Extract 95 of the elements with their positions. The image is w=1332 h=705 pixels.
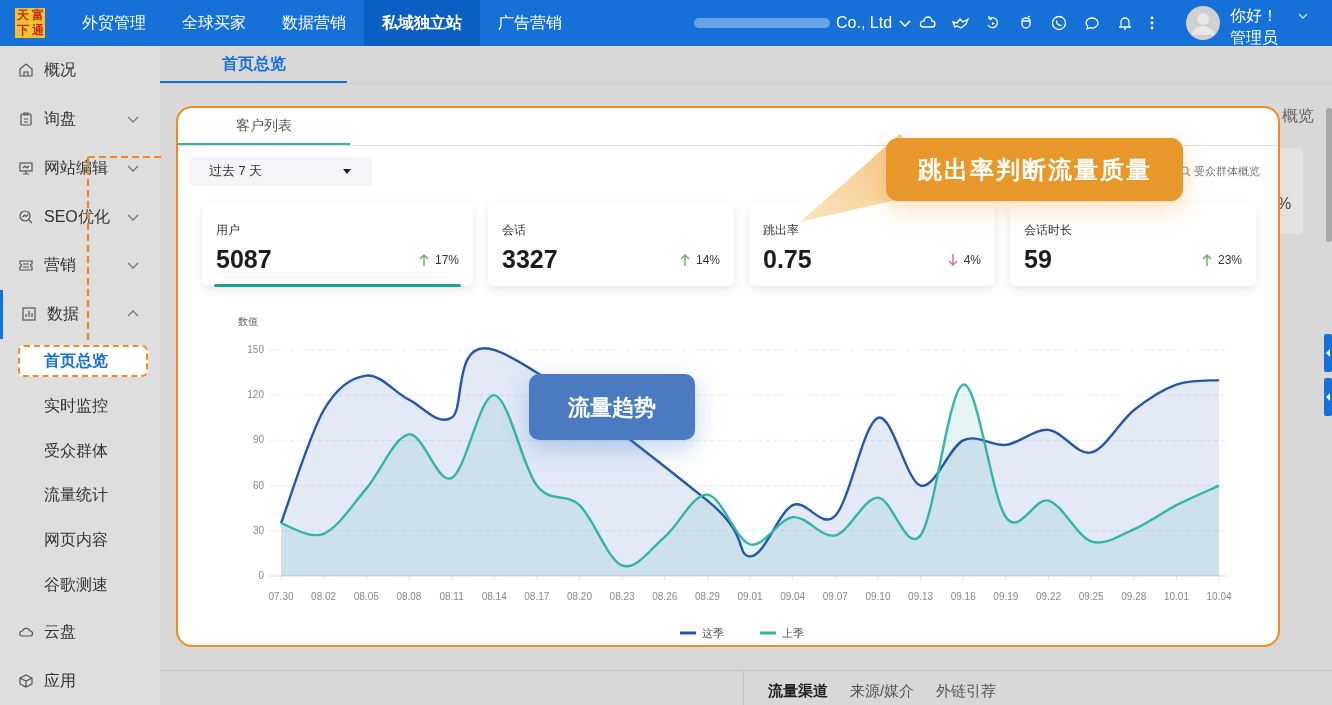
legend-swatch [760, 631, 776, 635]
metric-value: 5087 [216, 244, 272, 275]
metric-label: 跳出率 [763, 222, 800, 239]
x-tick-label: 09.22 [1036, 591, 1062, 602]
nav-tab[interactable]: 私域独立站 [364, 0, 480, 46]
side-tab[interactable] [1324, 334, 1332, 372]
panel-tab[interactable]: 流量渠道 [768, 680, 828, 703]
monitor-icon [18, 159, 34, 176]
panel-title: 概览 [1282, 106, 1314, 126]
x-tick-label: 09.04 [780, 591, 806, 602]
sidebar-item[interactable]: 营销 [0, 241, 160, 290]
x-tick-label: 10.01 [1163, 591, 1189, 602]
sidebar-subitem[interactable]: 实时监控 [18, 393, 108, 418]
legend-swatch [680, 631, 696, 635]
sidebar-item[interactable]: 询盘 [0, 94, 160, 144]
sidebar-subitem[interactable]: 网页内容 [18, 528, 108, 553]
cube-icon [18, 672, 34, 689]
y-tick-label: 60 [252, 479, 264, 491]
metric-change: 23% [1217, 252, 1242, 269]
scrollbar-thumb[interactable] [1326, 108, 1332, 242]
panel-tab[interactable]: 外链引荐 [936, 680, 997, 703]
x-tick-label: 09.01 [737, 591, 763, 602]
metric-change: 14% [695, 252, 720, 269]
sidebar-subitem[interactable]: 受众群体 [18, 438, 108, 463]
sidebar-item[interactable]: 云盘 [0, 607, 160, 657]
metric-card[interactable]: 会话时长 59 23% [1010, 203, 1256, 286]
x-tick-label: 10.04 [1206, 591, 1232, 602]
nav-tab[interactable]: 数据营销 [264, 0, 364, 46]
metric-change: 17% [434, 252, 459, 269]
sidebar-subitem[interactable]: 首页总览 [18, 344, 148, 377]
metric-label: 用户 [216, 222, 241, 239]
x-tick-label: 08.26 [652, 591, 678, 602]
metric-change: 4% [963, 252, 981, 269]
nav-tab[interactable]: 广告营销 [480, 0, 580, 46]
metric-value: 3327 [502, 244, 558, 275]
side-tab[interactable] [1324, 378, 1332, 416]
phone-icon[interactable] [1050, 14, 1068, 32]
axis-title: 数值 [238, 316, 258, 327]
company-name: Co., Ltd [836, 13, 893, 33]
callout: 跳出率判断流量质量 [886, 138, 1183, 201]
logo: 天 富 下 通 [15, 8, 45, 38]
metric-value: 59 [1024, 244, 1052, 275]
sidebar-subitem[interactable]: 谷歌测速 [18, 573, 108, 598]
x-tick-label: 08.14 [481, 591, 507, 602]
clipboard-icon [18, 111, 34, 128]
avatar[interactable] [1186, 6, 1220, 40]
metric-label: 会话时长 [1024, 222, 1073, 239]
x-tick-label: 08.29 [694, 591, 720, 602]
card-tab[interactable]: 客户列表 [178, 108, 350, 145]
y-tick-label: 0 [258, 570, 264, 581]
sidebar-item[interactable]: 概况 [0, 46, 160, 95]
sidebar-item[interactable]: 应用 [0, 656, 160, 705]
metric-label: 会话 [502, 222, 527, 239]
bar-chart-icon [21, 306, 37, 323]
y-tick-label: 150 [247, 343, 264, 355]
legend-label[interactable]: 上季 [782, 627, 804, 639]
y-tick-label: 30 [252, 524, 264, 536]
x-tick-label: 08.05 [353, 591, 379, 602]
sidebar-subitem[interactable]: 流量统计 [18, 483, 108, 508]
x-tick-label: 08.17 [524, 591, 550, 602]
nav-tab[interactable]: 全球买家 [164, 0, 264, 46]
x-tick-label: 09.13 [908, 591, 934, 602]
home-icon [18, 62, 34, 79]
bell-icon[interactable] [1116, 14, 1134, 32]
range-dropdown[interactable]: 过去 7 天 [190, 156, 372, 186]
x-tick-label: 09.25 [1078, 591, 1104, 602]
more-icon[interactable] [1149, 15, 1155, 31]
y-tick-label: 120 [247, 389, 264, 401]
nav-tab[interactable]: 外贸管理 [64, 0, 164, 46]
y-tick-label: 90 [252, 434, 264, 446]
ticket-icon [18, 257, 34, 274]
magnifier-chart-icon [18, 208, 34, 225]
chat-icon[interactable] [1083, 14, 1101, 32]
callout: 流量趋势 [529, 374, 695, 440]
metric-card[interactable]: 用户 5087 17% [202, 203, 473, 286]
x-tick-label: 08.23 [609, 591, 635, 602]
x-tick-label: 09.10 [865, 591, 891, 602]
x-tick-label: 07.30 [268, 591, 294, 602]
x-tick-label: 08.02 [311, 591, 337, 602]
x-tick-label: 09.07 [822, 591, 848, 602]
x-tick-label: 09.16 [950, 591, 976, 602]
x-tick-label: 09.19 [993, 591, 1019, 602]
x-tick-label: 08.11 [439, 591, 464, 602]
legend-label[interactable]: 这季 [702, 627, 724, 639]
metric-value: 0.75 [763, 244, 812, 275]
metric-card[interactable]: 会话 3327 14% [488, 203, 734, 286]
caret-icon [343, 168, 351, 174]
role-text: 管理员 [1230, 28, 1278, 48]
metric-card[interactable]: 跳出率 0.75 4% [749, 203, 995, 286]
sidebar-item[interactable]: 数据 [0, 289, 160, 339]
x-tick-label: 09.28 [1121, 591, 1147, 602]
x-tick-label: 08.08 [396, 591, 422, 602]
x-tick-label: 08.20 [566, 591, 592, 602]
panel-tab[interactable]: 来源/媒介 [850, 680, 915, 703]
greeting-text: 你好！ [1230, 6, 1278, 26]
